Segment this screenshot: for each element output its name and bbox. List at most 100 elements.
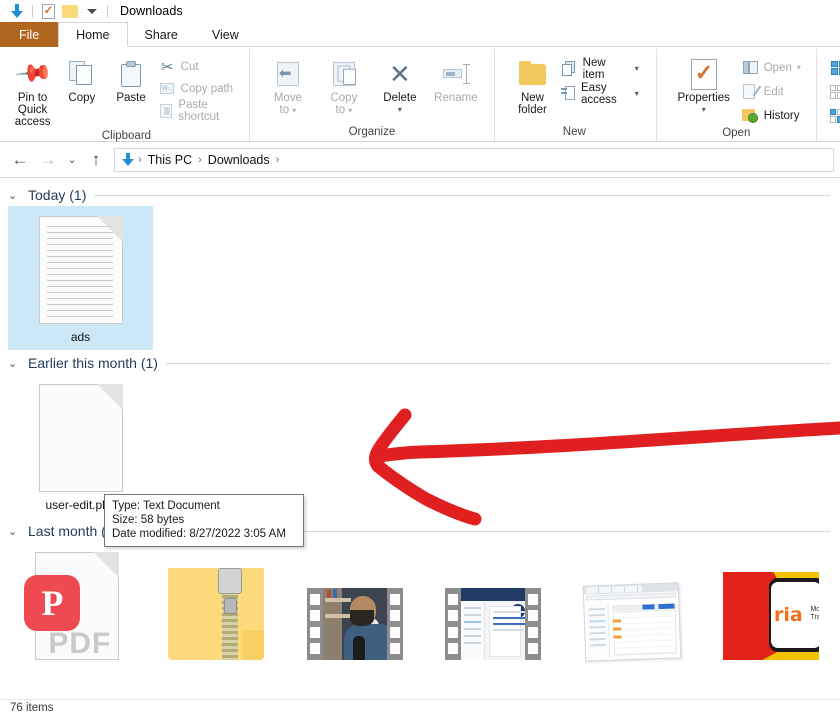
list-item[interactable]: ads	[8, 206, 153, 350]
list-item[interactable]	[285, 542, 424, 666]
group-label-organize: Organize	[348, 126, 396, 138]
tooltip-date-modified: Date modified: 8/27/2022 3:05 AM	[112, 528, 286, 540]
tab-home[interactable]: Home	[58, 22, 128, 47]
new-item-label: New item	[582, 56, 606, 81]
new-folder-label-2: folder	[518, 104, 547, 116]
pin-to-quick-access-label-2: access	[14, 116, 51, 128]
back-arrow-icon[interactable]: ←	[6, 147, 34, 173]
file-list[interactable]: ⌄ Today (1) ads ⌄ Earlier this month (1)	[0, 178, 840, 699]
new-folder-button[interactable]: New folder	[507, 53, 558, 116]
folder-icon[interactable]	[59, 1, 81, 21]
properties-caret-icon[interactable]: ▾	[702, 104, 706, 116]
breadcrumb[interactable]: › This PC › Downloads ›	[114, 147, 834, 172]
delete-label: Delete	[383, 92, 417, 104]
zip-folder-thumbnail	[168, 550, 264, 660]
list-item[interactable]	[563, 542, 702, 666]
list-item[interactable]	[424, 542, 563, 666]
group-items-today: ads	[0, 206, 840, 350]
copy-path-button[interactable]: W... Copy path	[156, 79, 245, 98]
chevron-down-icon[interactable]: ⌄	[8, 357, 20, 370]
invert-selection-button[interactable]: Invert selection	[827, 106, 840, 125]
up-arrow-icon[interactable]: ↑	[82, 147, 110, 173]
paste-shortcut-button[interactable]: Paste shortcut	[156, 98, 245, 123]
breadcrumb-item-downloads[interactable]: Downloads	[206, 153, 272, 167]
new-item-button[interactable]: New item ▾	[558, 56, 642, 81]
rename-label: Rename	[434, 92, 478, 104]
move-to-button[interactable]: ⬅ Move to ▾	[260, 53, 316, 117]
file-tooltip: Type: Text Document Size: 58 bytes Date …	[104, 494, 304, 547]
list-item[interactable]: P PDF	[8, 542, 147, 666]
paste-label: Paste	[116, 92, 146, 104]
new-item-caret-icon[interactable]: ▾	[635, 64, 639, 73]
paste-button[interactable]: Paste	[106, 53, 155, 104]
properties-icon[interactable]	[37, 1, 59, 21]
breadcrumb-item-this-pc[interactable]: This PC	[146, 153, 194, 167]
text-document-thumbnail	[33, 214, 129, 324]
paste-shortcut-label: Paste shortcut	[178, 98, 220, 123]
ribbon-group-organize: ⬅ Move to ▾ Copy to ▾ ✕ Delete ▾ Rename …	[250, 49, 495, 141]
breadcrumb-separator[interactable]: ›	[276, 154, 280, 166]
scissors-icon: ✂	[160, 58, 174, 76]
group-header-today[interactable]: ⌄ Today (1)	[0, 184, 840, 206]
pdf-badge-icon: P	[24, 575, 81, 631]
group-items-last-month: P PDF ria Mo Tr	[0, 542, 840, 666]
pin-to-quick-access-button[interactable]: 📌 Pin to Quick access	[8, 53, 57, 128]
ribbon-group-select: Select all Select none Invert selection …	[817, 49, 840, 141]
divider	[32, 4, 33, 18]
divider	[94, 194, 830, 196]
image-browser-table-thumbnail	[582, 550, 682, 662]
edit-button[interactable]: Edit	[739, 82, 804, 101]
copy-to-button[interactable]: Copy to ▾	[316, 53, 372, 117]
ribbon-group-clipboard: 📌 Pin to Quick access Copy Paste ✂ Cut W…	[0, 49, 250, 142]
paste-icon	[120, 56, 142, 92]
forward-arrow-icon[interactable]: →	[34, 147, 62, 173]
chevron-down-icon[interactable]: ⌄	[8, 189, 20, 202]
download-icon[interactable]	[6, 1, 28, 21]
group-header-earlier-this-month[interactable]: ⌄ Earlier this month (1)	[0, 352, 840, 374]
cut-button[interactable]: ✂ Cut	[156, 57, 245, 76]
history-label: History	[763, 109, 800, 122]
pdf-thumbnail: P PDF	[24, 550, 125, 660]
history-icon	[742, 107, 759, 124]
image-ria-ad-thumbnail: ria MoTra	[722, 550, 819, 660]
list-item-label: ads	[70, 330, 91, 344]
rename-icon	[442, 56, 470, 92]
recent-locations-icon[interactable]: ⌄	[62, 147, 82, 173]
easy-access-button[interactable]: Easy access ▾	[558, 81, 642, 106]
breadcrumb-separator: ›	[138, 153, 142, 166]
tab-share[interactable]: Share	[128, 22, 195, 47]
paste-shortcut-icon	[159, 102, 174, 119]
delete-caret-icon[interactable]: ▾	[398, 104, 402, 116]
tab-view[interactable]: View	[195, 22, 256, 47]
history-button[interactable]: History	[739, 106, 804, 125]
pdf-glyph: P	[41, 583, 64, 623]
list-item[interactable]: ria MoTra	[701, 542, 840, 666]
open-caret-icon[interactable]: ▾	[797, 63, 801, 72]
new-folder-label-1: New	[520, 92, 544, 104]
chevron-down-icon[interactable]: ⌄	[8, 525, 20, 538]
easy-access-label: Easy access	[581, 81, 617, 106]
easy-access-caret-icon[interactable]: ▾	[635, 89, 639, 98]
select-commands: Select all Select none Invert selection	[827, 53, 840, 125]
rename-button[interactable]: Rename	[428, 53, 484, 104]
select-none-icon	[829, 83, 840, 100]
list-item[interactable]	[147, 542, 286, 666]
properties-label: Properties	[677, 92, 730, 104]
copy-path-icon: W...	[159, 80, 176, 97]
customize-quick-access-icon[interactable]	[81, 1, 103, 21]
open-label: Open	[763, 61, 792, 74]
open-icon	[742, 59, 759, 76]
properties-button[interactable]: Properties ▾	[669, 53, 739, 116]
delete-button[interactable]: ✕ Delete ▾	[372, 53, 428, 116]
copy-button[interactable]: Copy	[57, 53, 106, 104]
select-none-button[interactable]: Select none	[827, 82, 840, 101]
group-label-select: Select	[827, 125, 840, 142]
clipboard-small-commands: ✂ Cut W... Copy path Paste shortcut	[156, 53, 245, 123]
pin-to-quick-access-label-1: Pin to Quick	[17, 92, 48, 116]
edit-label: Edit	[763, 85, 784, 98]
pin-icon: 📌	[12, 53, 54, 94]
select-all-button[interactable]: Select all	[827, 58, 840, 77]
tab-file[interactable]: File	[0, 22, 59, 47]
move-to-label-1: Move	[273, 92, 302, 104]
open-button[interactable]: Open ▾	[739, 58, 804, 77]
